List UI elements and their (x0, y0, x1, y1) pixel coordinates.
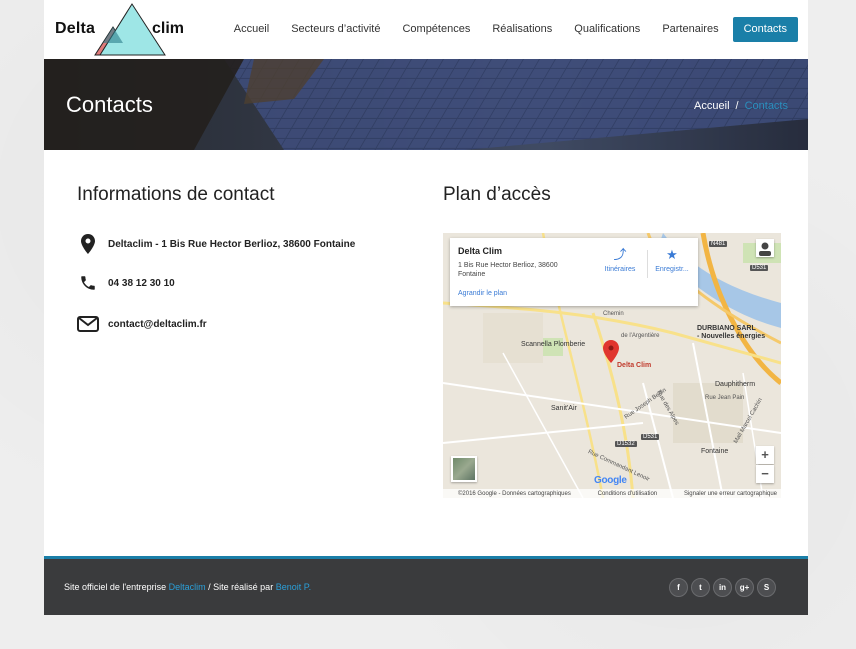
save-button[interactable]: ★ Enregistr... (648, 247, 696, 274)
page-title: Contacts (66, 92, 153, 117)
logo[interactable]: Delta clim (55, 3, 190, 56)
satellite-toggle[interactable] (451, 456, 477, 482)
map-label-fontaine: Fontaine (701, 448, 729, 455)
map-pin-icon (77, 233, 99, 255)
email-row: contact@deltaclim.fr (77, 313, 207, 335)
logo-text-clim: clim (152, 20, 185, 37)
twitter-icon[interactable]: t (691, 578, 710, 597)
directions-label: Itinéraires (604, 266, 636, 273)
page-wrapper: Delta clim Accueil Secteurs d’activité C… (44, 0, 808, 615)
footer-prefix: Site officiel de l'entreprise (64, 582, 167, 592)
road-label-argentiere: de l'Argentière (621, 333, 660, 339)
contact-info-heading: Informations de contact (77, 184, 275, 205)
footer-middle: / Site réalisé par (208, 582, 274, 592)
map-place-name: Delta Clim (458, 246, 503, 256)
save-label: Enregistr... (655, 266, 689, 273)
nav-item-contacts[interactable]: Contacts (732, 17, 798, 42)
footer-company-link[interactable]: Deltaclim (169, 582, 206, 592)
enlarge-map-link[interactable]: Agrandir le plan (458, 290, 507, 297)
facebook-icon[interactable]: f (669, 578, 688, 597)
phone-row: 04 38 12 30 10 (77, 272, 175, 294)
page-banner: Contacts Accueil / Contacts (44, 59, 808, 150)
map-label-marker: Delta Clim (617, 362, 652, 369)
map-place-card: Delta Clim 1 Bis Rue Hector Berlioz, 386… (450, 238, 698, 306)
access-heading: Plan d’accès (443, 184, 551, 205)
footer-credits: Site officiel de l'entreprise Deltaclim … (64, 582, 311, 592)
report-error-link[interactable]: Signaler une erreur cartographique (684, 491, 777, 497)
breadcrumb: Accueil / Contacts (694, 100, 788, 112)
phone-text[interactable]: 04 38 12 30 10 (108, 278, 175, 289)
site-footer: Site officiel de l'entreprise Deltaclim … (44, 556, 808, 615)
road-label-jean-pain: Rue Jean Pain (705, 395, 745, 401)
linkedin-icon[interactable]: in (713, 578, 732, 597)
address-row: Deltaclim - 1 Bis Rue Hector Berlioz, 38… (77, 233, 355, 255)
road-badge-n481: N481 (709, 241, 728, 247)
map-place-address-1: 1 Bis Rue Hector Berlioz, 38600 (458, 262, 558, 269)
breadcrumb-current: Contacts (744, 100, 788, 112)
social-links: f t in g+ S (666, 578, 776, 597)
terms-link[interactable]: Conditions d'utilisation (598, 491, 658, 497)
skype-icon[interactable]: S (757, 578, 776, 597)
googleplus-icon[interactable]: g+ (735, 578, 754, 597)
map-label-durbiano: DURBIANO SARL (697, 325, 756, 332)
directions-button[interactable]: ⤴ Itinéraires (596, 247, 644, 274)
envelope-icon (77, 313, 99, 335)
google-map[interactable]: Delta Clim 1 Bis Rue Hector Berlioz, 386… (443, 233, 781, 498)
breadcrumb-home[interactable]: Accueil (694, 100, 729, 112)
nav-item-partenaires[interactable]: Partenaires (662, 17, 718, 42)
site-header: Delta clim Accueil Secteurs d’activité C… (44, 0, 808, 59)
address-text: Deltaclim - 1 Bis Rue Hector Berlioz, 38… (108, 238, 356, 250)
logo-text-delta: Delta (55, 20, 96, 37)
map-user-avatar[interactable] (756, 239, 774, 257)
map-place-address-2: Fontaine (458, 271, 486, 278)
road-badge-d1532: D1532 (615, 441, 637, 447)
map-label-sanitair: Sanit'Air (551, 405, 577, 412)
email-text[interactable]: contact@deltaclim.fr (108, 319, 207, 330)
zoom-out-button[interactable]: − (756, 465, 774, 483)
map-label-scannella: Scannella Plomberie (521, 341, 586, 348)
phone-icon (77, 272, 99, 294)
zoom-in-button[interactable]: + (756, 446, 774, 464)
road-badge-d531-bottom: D531 (641, 434, 660, 440)
nav-item-competences[interactable]: Compétences (402, 17, 470, 42)
google-logo: Google (594, 475, 627, 486)
attribution-data: ©2016 Google - Données cartographiques (458, 490, 571, 497)
breadcrumb-separator: / (735, 100, 739, 112)
map-label-dauphitherm: Dauphitherm (715, 381, 756, 388)
nav-item-accueil[interactable]: Accueil (234, 17, 269, 42)
road-badge-d531-top: D531 (750, 265, 769, 271)
road-label-chemin: Chemin (603, 311, 624, 317)
nav-item-qualifications[interactable]: Qualifications (574, 17, 640, 42)
main-nav: Accueil Secteurs d’activité Compétences … (212, 17, 798, 42)
directions-icon: ⤴ (613, 247, 627, 262)
map-attribution: ©2016 Google - Données cartographiques C… (443, 489, 781, 498)
nav-item-secteurs[interactable]: Secteurs d’activité (291, 17, 380, 42)
map-label-nouvelles: - Nouvelles énergies (697, 333, 766, 340)
footer-author-link[interactable]: Benoit P. (276, 582, 311, 592)
nav-item-realisations[interactable]: Réalisations (492, 17, 552, 42)
star-icon: ★ (666, 247, 678, 262)
